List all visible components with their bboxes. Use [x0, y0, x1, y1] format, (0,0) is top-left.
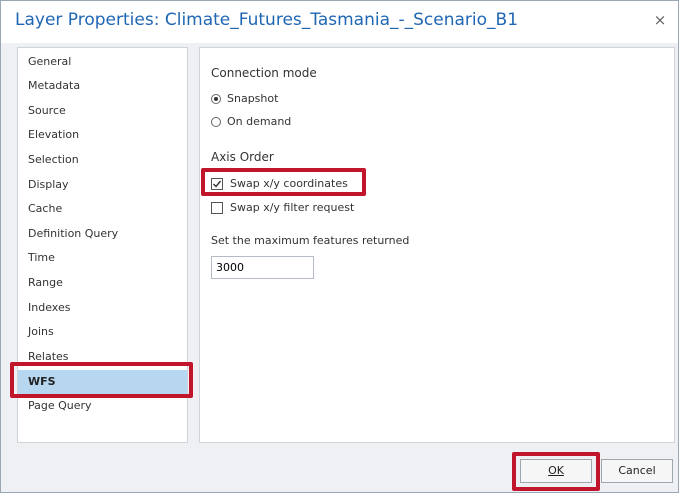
- snapshot-radio[interactable]: [211, 94, 221, 104]
- ok-highlight-box: [512, 452, 600, 491]
- nav-item-joins[interactable]: Joins: [18, 322, 187, 342]
- wfs-settings-panel: Connection mode Snapshot On demand Axis …: [199, 47, 675, 443]
- max-features-label: Set the maximum features returned: [211, 234, 410, 247]
- close-icon[interactable]: ×: [652, 12, 668, 28]
- nav-item-elevation[interactable]: Elevation: [18, 125, 187, 145]
- nav-item-display[interactable]: Display: [18, 175, 187, 195]
- nav-item-definition-query[interactable]: Definition Query: [18, 224, 187, 244]
- cancel-button[interactable]: Cancel: [601, 459, 673, 483]
- axis-order-heading: Axis Order: [211, 150, 274, 164]
- swap-filter-checkbox[interactable]: [211, 202, 223, 214]
- nav-item-page-query[interactable]: Page Query: [18, 396, 187, 416]
- nav-item-range[interactable]: Range: [18, 273, 187, 293]
- nav-item-metadata[interactable]: Metadata: [18, 76, 187, 96]
- layer-properties-dialog: Layer Properties: Climate_Futures_Tasman…: [0, 0, 679, 493]
- swap-filter-label: Swap x/y filter request: [230, 201, 355, 214]
- swap-coordinates-highlight-box: [201, 168, 366, 196]
- nav-item-cache[interactable]: Cache: [18, 199, 187, 219]
- nav-item-time[interactable]: Time: [18, 248, 187, 268]
- max-features-input[interactable]: [211, 256, 314, 279]
- nav-item-general[interactable]: General: [18, 52, 187, 72]
- title-bar: Layer Properties: Climate_Futures_Tasman…: [1, 1, 678, 43]
- wfs-highlight-box: [10, 362, 193, 398]
- on-demand-label: On demand: [227, 115, 292, 128]
- nav-item-indexes[interactable]: Indexes: [18, 298, 187, 318]
- connection-mode-heading: Connection mode: [211, 66, 317, 80]
- dialog-title: Layer Properties: Climate_Futures_Tasman…: [15, 10, 519, 30]
- snapshot-label: Snapshot: [227, 92, 279, 105]
- nav-item-source[interactable]: Source: [18, 101, 187, 121]
- nav-item-selection[interactable]: Selection: [18, 150, 187, 170]
- on-demand-radio[interactable]: [211, 117, 221, 127]
